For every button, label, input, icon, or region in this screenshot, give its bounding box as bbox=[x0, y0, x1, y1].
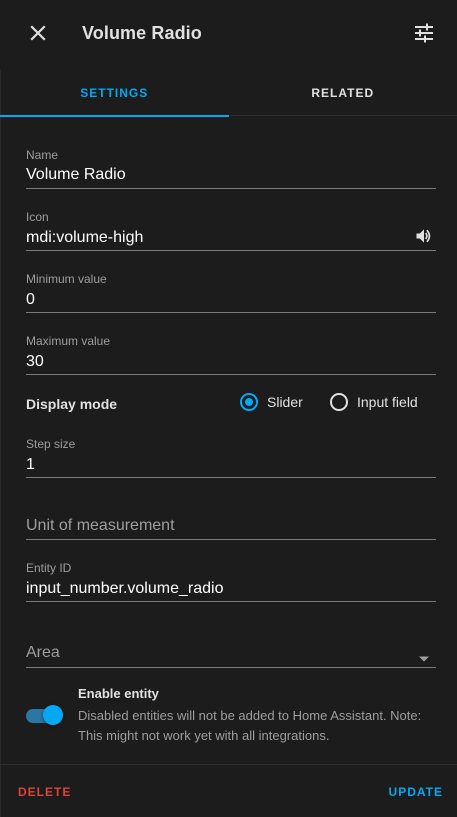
unit-of-measurement-placeholder: Unit of measurement bbox=[26, 517, 175, 534]
dialog-header: Volume Radio bbox=[0, 0, 457, 70]
radio-slider[interactable]: Slider bbox=[240, 393, 303, 411]
maximum-value-label: Maximum value bbox=[26, 334, 111, 348]
icon-value: mdi:volume-high bbox=[26, 229, 144, 246]
maximum-value-field[interactable]: Maximum value 30 bbox=[26, 332, 436, 375]
radio-slider-label: Slider bbox=[267, 394, 303, 410]
entity-id-label: Entity ID bbox=[26, 561, 72, 575]
tab-settings[interactable]: SETTINGS bbox=[0, 70, 229, 117]
entity-id-field[interactable]: Entity ID input_number.volume_radio bbox=[26, 559, 436, 602]
close-icon bbox=[29, 24, 47, 47]
step-size-field[interactable]: Step size 1 bbox=[26, 435, 436, 478]
radio-input-field-label: Input field bbox=[357, 394, 418, 410]
radio-slider-circle bbox=[240, 393, 258, 411]
toggle-thumb bbox=[43, 705, 63, 725]
radio-input-field-circle bbox=[330, 393, 348, 411]
name-value: Volume Radio bbox=[26, 166, 126, 183]
minimum-value-label: Minimum value bbox=[26, 272, 107, 286]
step-size-input: 1 bbox=[26, 456, 35, 473]
icon-field[interactable]: Icon mdi:volume-high bbox=[26, 208, 436, 251]
enable-entity-toggle[interactable] bbox=[26, 704, 64, 726]
minimum-value-input: 0 bbox=[26, 291, 35, 308]
enable-entity-title: Enable entity bbox=[78, 686, 159, 701]
display-mode-label: Display mode bbox=[26, 396, 118, 412]
step-size-label: Step size bbox=[26, 437, 76, 451]
entity-id-input: input_number.volume_radio bbox=[26, 580, 224, 597]
dialog-edge bbox=[0, 0, 1, 817]
dialog-title: Volume Radio bbox=[82, 23, 202, 43]
volume-high-icon bbox=[414, 226, 434, 251]
name-label: Name bbox=[26, 148, 59, 162]
dialog-footer: DELETE UPDATE bbox=[0, 764, 457, 817]
name-field[interactable]: Name Volume Radio bbox=[26, 146, 436, 189]
tab-related[interactable]: RELATED bbox=[229, 70, 457, 116]
icon-label: Icon bbox=[26, 210, 49, 224]
tab-bar: SETTINGS RELATED bbox=[0, 70, 457, 117]
enable-entity-description: Disabled entities will not be added to H… bbox=[78, 708, 422, 743]
area-select[interactable]: Area bbox=[26, 622, 436, 668]
advanced-settings-button[interactable] bbox=[410, 22, 438, 48]
delete-button[interactable]: DELETE bbox=[18, 785, 71, 799]
radio-input-field[interactable]: Input field bbox=[330, 393, 418, 411]
update-button[interactable]: UPDATE bbox=[389, 785, 443, 799]
area-placeholder: Area bbox=[26, 644, 60, 661]
maximum-value-input: 30 bbox=[26, 353, 44, 370]
unit-of-measurement-field[interactable]: Unit of measurement bbox=[26, 497, 436, 540]
tune-icon bbox=[414, 23, 434, 48]
chevron-down-icon bbox=[418, 650, 430, 668]
minimum-value-field[interactable]: Minimum value 0 bbox=[26, 270, 436, 313]
close-button[interactable] bbox=[24, 23, 52, 47]
